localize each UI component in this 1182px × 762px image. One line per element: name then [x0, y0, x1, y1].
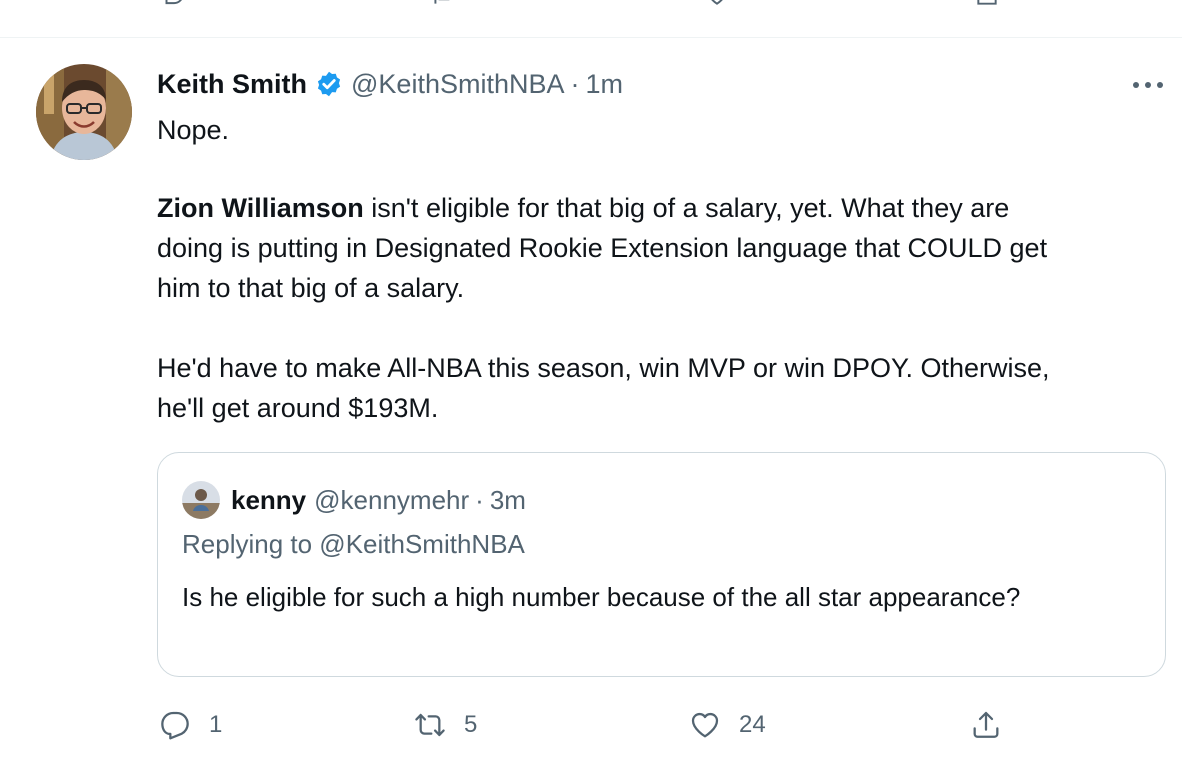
tweet-text-line: he'll get around $193M.	[157, 393, 439, 423]
reply-icon	[159, 709, 191, 741]
tweet[interactable]: Keith Smith @KeithSmithNBA · 1m Nope. Zi…	[0, 0, 1182, 740]
verified-badge-icon	[315, 70, 343, 98]
like-button[interactable]: 24	[689, 700, 766, 750]
timestamp[interactable]: 1m	[586, 69, 624, 100]
author-name[interactable]: Keith Smith	[157, 69, 307, 100]
reply-button[interactable]: 1	[159, 700, 222, 750]
tweet-header: Keith Smith @KeithSmithNBA · 1m	[157, 66, 623, 102]
share-button[interactable]	[970, 700, 1002, 750]
like-count: 24	[739, 711, 766, 738]
like-heart-icon	[689, 709, 721, 741]
quoted-author-name: kenny	[231, 484, 307, 515]
tweet-text-line: Zion Williamson isn't eligible for that …	[157, 193, 1010, 223]
quoted-avatar[interactable]	[182, 481, 220, 519]
tweet-text-line: He'd have to make All-NBA this season, w…	[157, 353, 1050, 383]
quoted-author-handle: @kennymehr	[314, 484, 470, 515]
tweet-action-bar: 1 5 24	[157, 700, 1037, 750]
retweet-count: 5	[464, 711, 478, 738]
separator-dot: ·	[475, 484, 484, 515]
retweet-button[interactable]: 5	[414, 700, 477, 750]
author-handle[interactable]: @KeithSmithNBA	[351, 69, 564, 100]
separator-dot: ·	[570, 68, 580, 99]
quoted-tweet[interactable]: kenny @kennymehr · 3m Replying to @Keith…	[157, 452, 1166, 677]
tweet-text-line: doing is putting in Designated Rookie Ex…	[157, 233, 1048, 263]
more-options-icon[interactable]	[1128, 70, 1168, 100]
mention-zion-williamson[interactable]: Zion Williamson	[157, 193, 364, 223]
retweet-icon	[414, 709, 446, 741]
quoted-header: kenny @kennymehr · 3m	[231, 481, 526, 519]
replying-to: Replying to @KeithSmithNBA	[182, 529, 525, 559]
quoted-text: Is he eligible for such a high number be…	[182, 582, 1021, 612]
reply-count: 1	[209, 711, 223, 738]
share-icon	[970, 709, 1002, 741]
tweet-text-line: Nope.	[157, 115, 230, 145]
avatar[interactable]	[36, 64, 132, 160]
quoted-timestamp: 3m	[489, 484, 526, 515]
tweet-text-line: him to that big of a salary.	[157, 273, 465, 303]
